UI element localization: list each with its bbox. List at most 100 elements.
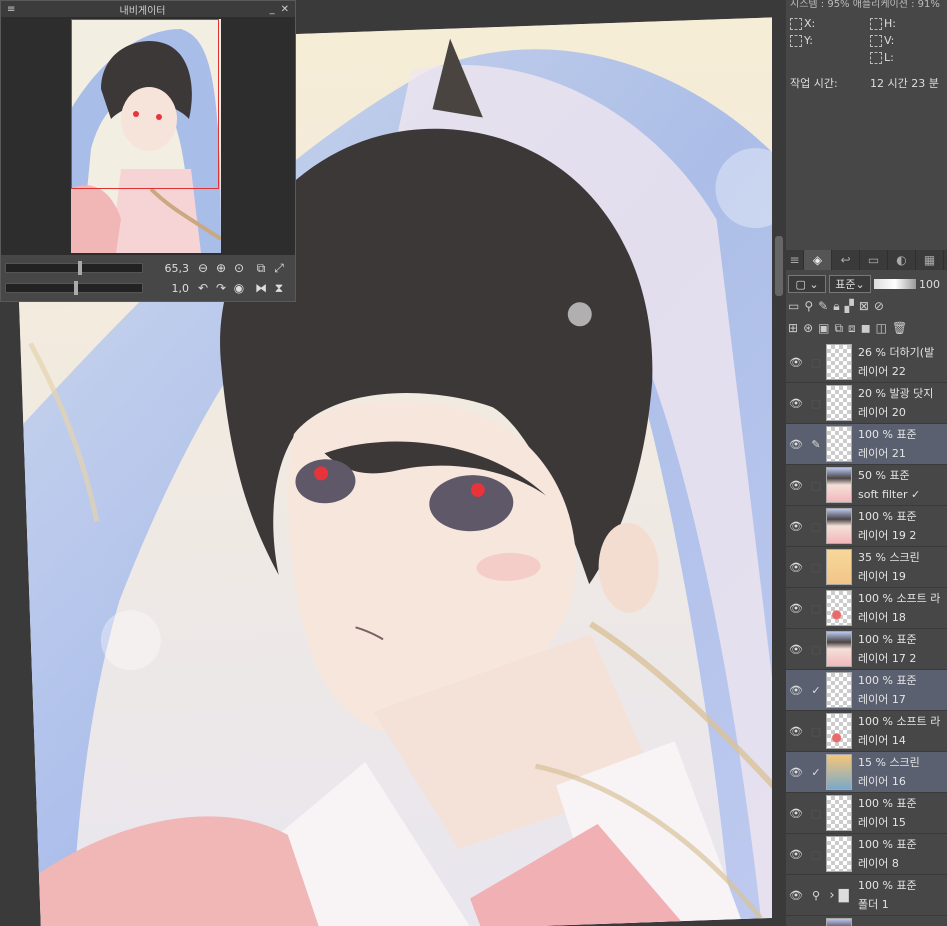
- layer-select-box[interactable]: ▢: [806, 602, 826, 615]
- layer-row[interactable]: 👁︎ ▢ 50 % 표준 soft filter ✓: [786, 465, 947, 506]
- ruler-icon[interactable]: ⊘: [874, 299, 884, 313]
- zoom-in-icon[interactable]: ⊕: [213, 260, 229, 276]
- zoom-out-icon[interactable]: ⊖: [195, 260, 211, 276]
- layer-select-box[interactable]: ▢: [806, 725, 826, 738]
- layer-row[interactable]: 👁︎ ▢ 35 % 스크린 레이어 19: [786, 547, 947, 588]
- eye-icon[interactable]: 👁︎: [786, 397, 806, 410]
- navigator-preview-area[interactable]: [1, 17, 295, 255]
- canvas-scrollbar-thumb[interactable]: [775, 236, 783, 296]
- merge-layer-icon[interactable]: ⧈: [848, 321, 856, 336]
- opacity-slider[interactable]: [874, 279, 916, 289]
- layer-color-select[interactable]: ▢ ⌄: [788, 275, 826, 293]
- eye-icon[interactable]: 👁︎: [786, 602, 806, 615]
- eye-icon[interactable]: 👁︎: [786, 438, 806, 451]
- rotate-right-icon[interactable]: ↷: [213, 280, 229, 296]
- eye-icon[interactable]: 👁︎: [786, 766, 806, 779]
- menu-icon[interactable]: ≡: [7, 4, 15, 15]
- layer-row[interactable]: 👁︎ ▢ 100 % 표준 레이어 8: [786, 834, 947, 875]
- tab-subview[interactable]: ▭: [860, 250, 888, 270]
- reset-rotation-icon[interactable]: ◉: [231, 280, 247, 296]
- tab-color[interactable]: ◐: [888, 250, 916, 270]
- lock-transparent-icon[interactable]: ▞: [845, 299, 854, 313]
- tab-layers[interactable]: ◈: [804, 250, 832, 270]
- flip-horizontal-icon[interactable]: ⧓: [253, 280, 269, 296]
- layer-select-box[interactable]: ▢: [806, 520, 826, 533]
- canvas-scrollbar[interactable]: [772, 0, 786, 926]
- panel-menu-icon[interactable]: ≡: [786, 250, 804, 270]
- layer-row[interactable]: 👁︎ ▢ 100 % 표준 레이어 17 2: [786, 629, 947, 670]
- zoom-slider[interactable]: [5, 261, 143, 275]
- eye-icon[interactable]: 👁︎: [786, 643, 806, 656]
- eye-icon[interactable]: 👁︎: [786, 848, 806, 861]
- rotate-slider[interactable]: [5, 281, 143, 295]
- layer-row[interactable]: 👁︎ ▢ 100 % 표준 레이어 15: [786, 793, 947, 834]
- layer-list[interactable]: 👁︎ ▢ 26 % 더하기(발 레이어 22 👁︎ ▢ 20 % 발광 닷지 레이어 20 👁︎…: [786, 342, 947, 926]
- rotate-left-icon[interactable]: ↶: [195, 280, 211, 296]
- layer-row[interactable]: 👁︎ ⚲ › ▇ 100 % 표준 폴더 1: [786, 875, 947, 916]
- new-vector-layer-icon[interactable]: ⊛: [803, 321, 813, 335]
- flip-vertical-icon[interactable]: ⧗: [271, 280, 287, 296]
- layer-row[interactable]: 👁︎ ▢ 20 % 발광 닷지 레이어 20: [786, 383, 947, 424]
- close-icon[interactable]: ✕: [281, 4, 289, 15]
- check-icon[interactable]: ✓: [806, 684, 826, 697]
- layer-thumbnail: [826, 508, 852, 544]
- eye-icon[interactable]: 👁︎: [786, 561, 806, 574]
- eye-icon[interactable]: 👁︎: [786, 356, 806, 369]
- eye-icon[interactable]: 👁︎: [786, 807, 806, 820]
- navigator-panel[interactable]: ≡ 내비게이터 _ ✕ 65,3 ⊖ ⊕ ⊙ ⧉ ⤢ 1,0 ↶ ↷ ◉ ⧓ ⧗: [0, 0, 296, 302]
- eye-icon[interactable]: 👁︎: [786, 479, 806, 492]
- minimize-icon[interactable]: _: [270, 4, 275, 15]
- layer-select-box[interactable]: ▢: [806, 807, 826, 820]
- layer-select-box[interactable]: ▢: [806, 643, 826, 656]
- eye-icon[interactable]: 👁︎: [786, 889, 806, 902]
- new-folder-icon[interactable]: ▣: [818, 321, 829, 335]
- layer-name: 폴더 1: [858, 898, 889, 911]
- layer-row[interactable]: 👁︎ ▢ 100 % 소프트 라 레이어 14: [786, 711, 947, 752]
- vertical-box-icon: [870, 34, 882, 47]
- layer-row[interactable]: 👁︎ ▢ 100 % 표준 레이어 19 2: [786, 506, 947, 547]
- fit-window-icon[interactable]: ⧉: [253, 260, 269, 276]
- navigator-titlebar[interactable]: ≡ 내비게이터 _ ✕: [1, 1, 295, 17]
- layer-select-box[interactable]: ▢: [806, 561, 826, 574]
- delete-layer-icon[interactable]: 🗑︎: [892, 321, 907, 335]
- height-box-icon: [870, 17, 882, 30]
- clip-icon[interactable]: ▭: [788, 299, 799, 313]
- eye-icon[interactable]: 👁︎: [786, 684, 806, 697]
- layer-toolbar-2: ⊞ ⊛ ▣ ⧉ ⧈ ◼ ◫ 🗑︎: [788, 318, 947, 338]
- eye-icon[interactable]: 👁︎: [786, 725, 806, 738]
- check-icon[interactable]: ✓: [806, 766, 826, 779]
- layer-select-box[interactable]: ▢: [806, 356, 826, 369]
- h-value: H:: [870, 16, 947, 31]
- layer-row[interactable]: 👁︎ ▢ 26 % 더하기(발 레이어 22: [786, 342, 947, 383]
- fullscreen-icon[interactable]: ⤢: [271, 260, 287, 276]
- opacity-value[interactable]: 100: [919, 278, 940, 291]
- rotate-row: 1,0 ↶ ↷ ◉ ⧓ ⧗: [5, 279, 293, 297]
- reference-icon[interactable]: ⚲: [804, 299, 813, 313]
- layer-row[interactable]: 👁︎ ✓ 100 % 표준 레이어 17: [786, 670, 947, 711]
- new-raster-layer-icon[interactable]: ⊞: [788, 321, 798, 335]
- pen-icon[interactable]: ✎: [806, 438, 826, 451]
- stop-icon[interactable]: ⊙: [231, 260, 247, 276]
- layer-select-box[interactable]: ▢: [806, 479, 826, 492]
- layer-thumbnail: [826, 795, 852, 831]
- tab-history[interactable]: ↩: [832, 250, 860, 270]
- layer-row[interactable]: 👁︎ ▢ 100 % 소프트 라 레이어 18: [786, 588, 947, 629]
- layer-controls: ▢ ⌄ 표준 ⌄ 100: [786, 272, 947, 296]
- lock-icon[interactable]: 🔒︎: [833, 299, 839, 314]
- create-mask-icon[interactable]: ◼: [861, 321, 871, 335]
- copy-layer-icon[interactable]: ⧉: [834, 321, 843, 336]
- layer-name: 레이어 22: [858, 365, 906, 378]
- rotate-value: 1,0: [171, 281, 190, 295]
- layer-select-box[interactable]: ▢: [806, 848, 826, 861]
- blend-mode-select[interactable]: 표준 ⌄: [829, 275, 871, 293]
- apply-mask-icon[interactable]: ◫: [876, 321, 887, 335]
- layer-select-box[interactable]: ▢: [806, 397, 826, 410]
- mask-icon[interactable]: ⊠: [859, 299, 869, 313]
- eye-icon[interactable]: 👁︎: [786, 520, 806, 533]
- draft-icon[interactable]: ✎: [818, 299, 828, 313]
- reference-layer-icon[interactable]: ⚲: [806, 889, 826, 902]
- layer-row[interactable]: 👁︎ ✎ 100 % 표준 레이어 21: [786, 424, 947, 465]
- layer-row[interactable]: 👁︎▢100 % 표준: [786, 916, 947, 926]
- tab-material[interactable]: ▦: [916, 250, 944, 270]
- layer-row[interactable]: 👁︎ ✓ 15 % 스크린 레이어 16: [786, 752, 947, 793]
